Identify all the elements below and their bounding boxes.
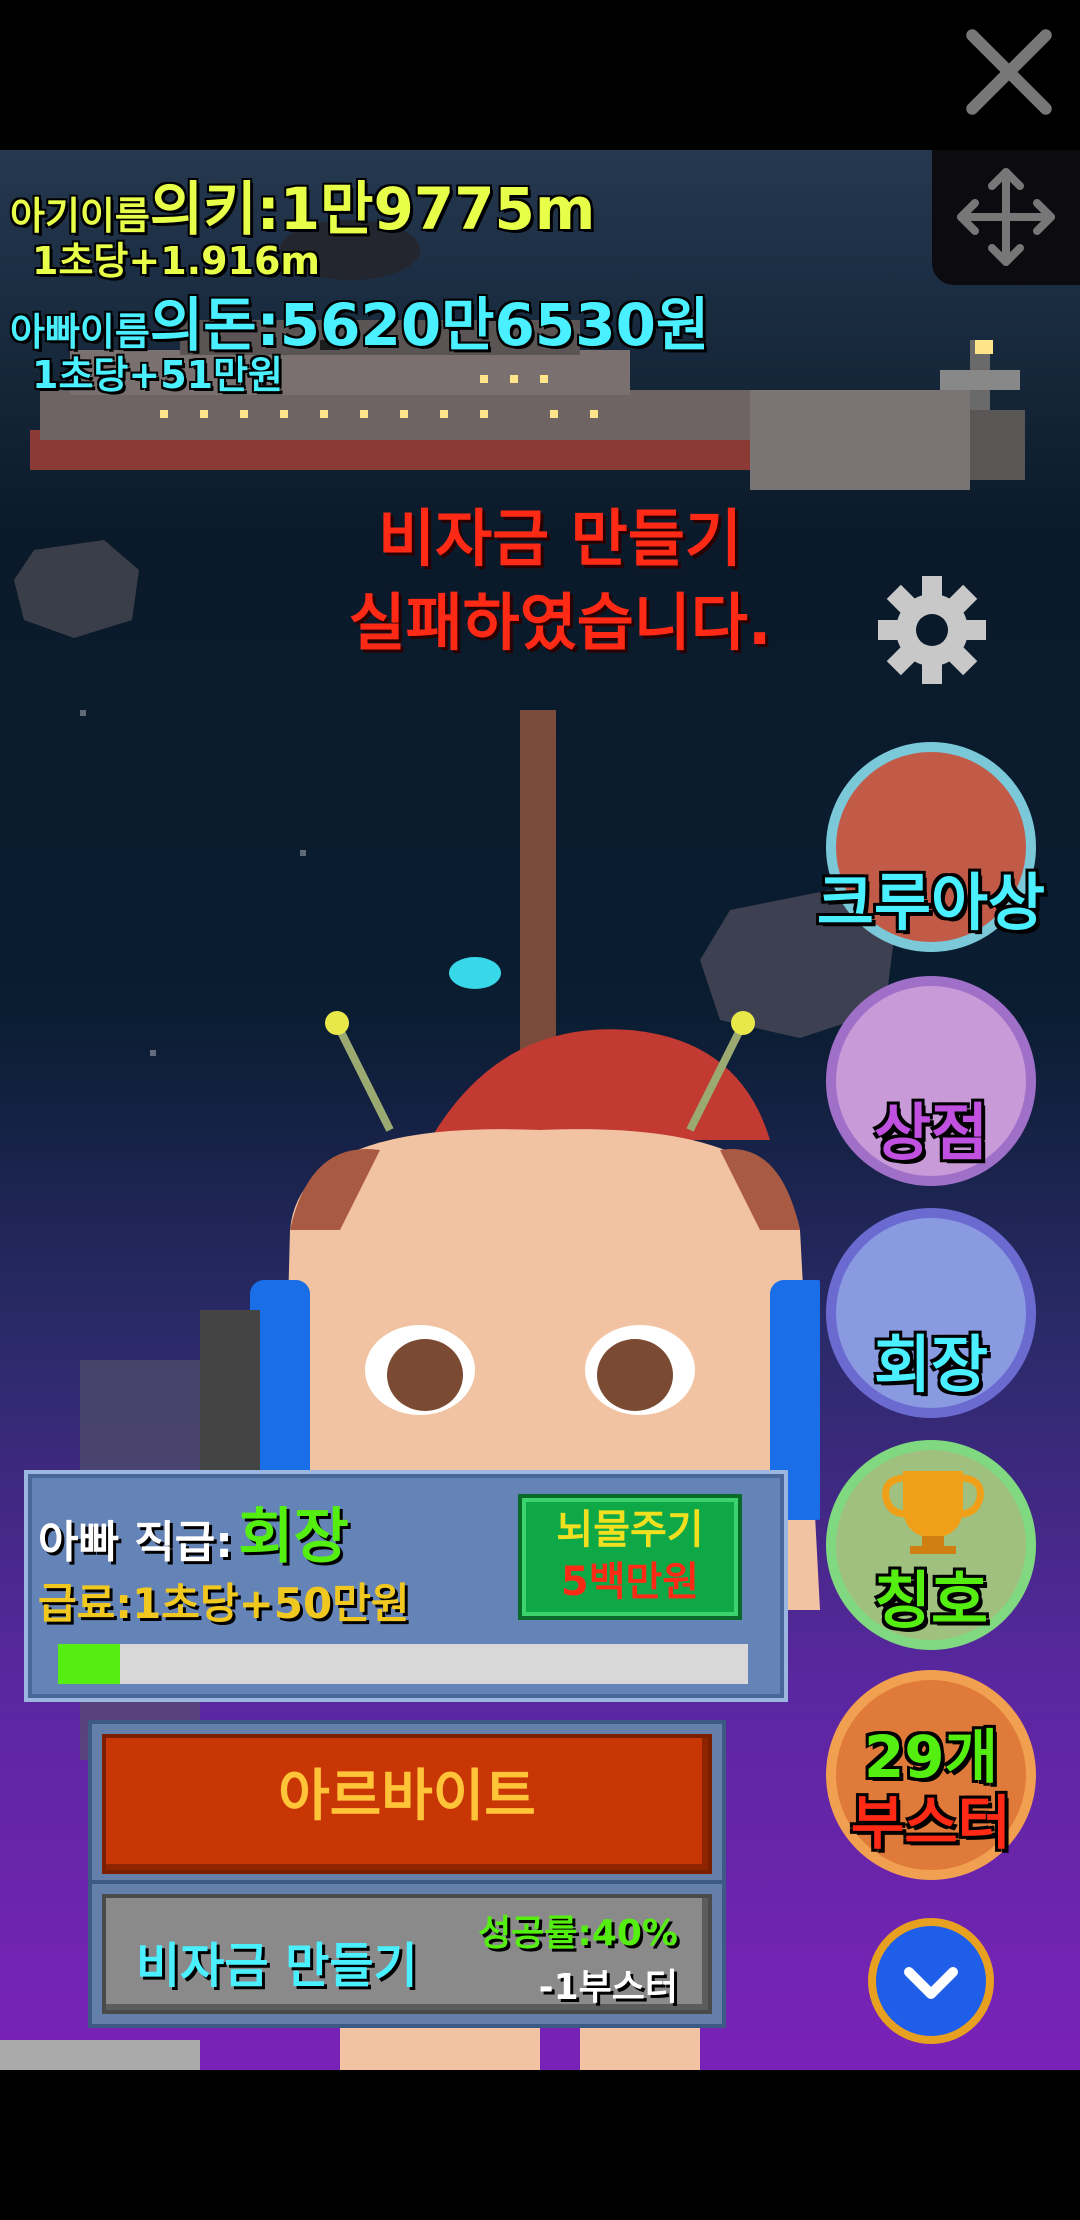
job-title-line: 아빠 직급: 회장	[38, 1488, 349, 1575]
chevron-down-icon	[904, 1967, 958, 1999]
scroll-down-button[interactable]	[868, 1918, 994, 2044]
booster-button[interactable]: 29개 부스터	[826, 1670, 1036, 1880]
bottom-bar	[0, 2070, 1080, 2220]
job-title-value: 회장	[238, 1502, 349, 1572]
slush-fund-button[interactable]: 비자금 만들기 성공률:40% -1부스터	[102, 1894, 712, 2014]
parttime-button[interactable]: 아르바이트	[102, 1734, 712, 1874]
booster-label: 부스터	[850, 1789, 1012, 1857]
crew-label: 크루아상	[816, 866, 1046, 939]
job-panel: 아빠 직급: 회장 급료:1초당+50만원 뇌물주기 5백만원	[24, 1470, 788, 1702]
shop-label: 상점	[873, 1096, 989, 1169]
top-bar	[0, 0, 1080, 150]
job-title-prefix: 아빠 직급:	[38, 1517, 233, 1568]
title-button[interactable]: 칭호	[826, 1440, 1036, 1650]
parttime-frame: 아르바이트	[88, 1720, 726, 1888]
booster-cost: -1부스터	[538, 1967, 678, 2008]
bribe-cost: 5백만원	[560, 1559, 700, 1605]
bribe-button[interactable]: 뇌물주기 5백만원	[518, 1494, 742, 1620]
promotion-progress-fill	[58, 1644, 121, 1684]
baby-rate: 1초당+1.916m	[32, 239, 320, 283]
floor-block	[0, 2040, 200, 2070]
success-rate: 성공률:40%	[478, 1913, 678, 1954]
dad-rate: 1초당+51만원	[32, 353, 284, 397]
move-arrows-icon	[957, 168, 1055, 266]
gear-icon[interactable]	[876, 574, 988, 686]
promotion-progress-bar	[58, 1644, 748, 1684]
slush-frame: 비자금 만들기 성공률:40% -1부스터	[88, 1880, 726, 2028]
bribe-label: 뇌물주기	[556, 1507, 704, 1553]
trophy-icon	[882, 1471, 984, 1554]
game-screen[interactable]: 아기이름의키:1만9775m 1초당+1.916m 아빠이름의돈:5620만65…	[0, 150, 1080, 2070]
failure-message-line1: 비자금 만들기	[378, 502, 742, 575]
shop-button[interactable]: 상점	[826, 976, 1036, 1186]
salary-text: 급료:1초당+50만원	[38, 1579, 410, 1628]
title-label: 칭호	[873, 1564, 989, 1637]
chairman-button[interactable]: 회장	[826, 1208, 1036, 1418]
move-button[interactable]	[932, 150, 1080, 285]
crew-button[interactable]: 크루아상	[817, 742, 1045, 952]
close-icon[interactable]	[958, 22, 1058, 122]
asteroid-image	[14, 540, 139, 638]
failure-message-line2: 실패하였습니다.	[348, 586, 772, 659]
slush-fund-label: 비자금 만들기	[136, 1938, 418, 1994]
chairman-label: 회장	[873, 1328, 989, 1401]
